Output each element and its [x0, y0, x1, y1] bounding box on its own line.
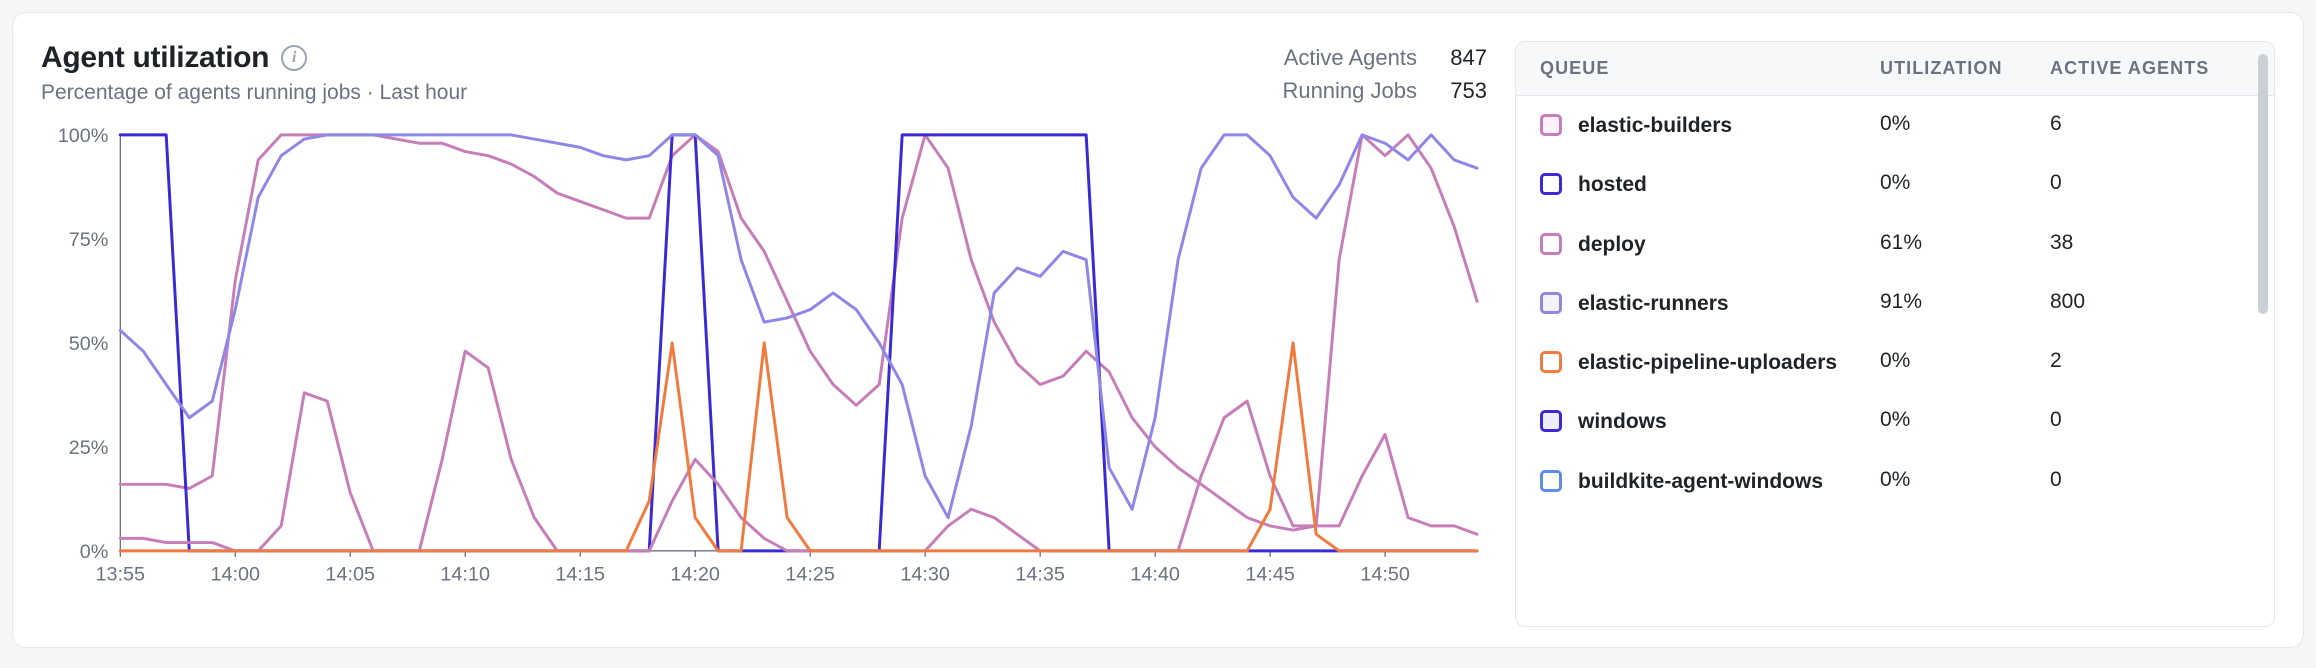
svg-text:14:25: 14:25	[785, 564, 835, 586]
queue-table: QUEUE UTILIZATION ACTIVE AGENTS elastic-…	[1515, 41, 2275, 627]
queue-utilization: 0%	[1880, 349, 2050, 373]
queue-swatch	[1540, 292, 1562, 314]
queue-name: hosted	[1578, 171, 1880, 198]
svg-text:0%: 0%	[80, 541, 109, 563]
svg-text:13:55: 13:55	[95, 564, 145, 586]
queue-utilization: 0%	[1880, 112, 2050, 136]
svg-text:14:30: 14:30	[900, 564, 950, 586]
series-deploy	[120, 351, 1477, 551]
table-row[interactable]: windows0%0	[1516, 392, 2274, 451]
active-agents-value: 847	[1431, 41, 1487, 74]
chart-title: Agent utilization	[41, 41, 269, 75]
svg-text:75%: 75%	[69, 229, 109, 251]
running-jobs-label: Running Jobs	[1282, 74, 1417, 107]
queue-name: deploy	[1578, 231, 1880, 258]
queue-name: buildkite-agent-windows	[1578, 468, 1880, 495]
col-utilization: UTILIZATION	[1880, 58, 2050, 79]
queue-utilization: 0%	[1880, 171, 2050, 195]
table-row[interactable]: deploy61%38	[1516, 215, 2274, 274]
svg-text:50%: 50%	[69, 333, 109, 355]
table-body: elastic-builders0%6hosted0%0deploy61%38e…	[1516, 96, 2274, 626]
titles: Agent utilization i Percentage of agents…	[41, 41, 467, 105]
queue-active-agents: 0	[2050, 408, 2250, 432]
svg-text:14:45: 14:45	[1245, 564, 1295, 586]
svg-text:14:00: 14:00	[210, 564, 260, 586]
queue-swatch	[1540, 233, 1562, 255]
table-header: QUEUE UTILIZATION ACTIVE AGENTS	[1516, 42, 2274, 96]
agent-utilization-card: Agent utilization i Percentage of agents…	[12, 12, 2304, 648]
queue-name: elastic-pipeline-uploaders	[1578, 349, 1880, 376]
series-elastic-builders	[120, 135, 1477, 530]
utilization-chart: 0% 25% 50% 75% 100% 13:55 14:00 14:05 14:10 14:15…	[41, 125, 1487, 600]
queue-swatch	[1540, 410, 1562, 432]
svg-text:14:40: 14:40	[1130, 564, 1180, 586]
svg-text:14:50: 14:50	[1360, 564, 1410, 586]
queue-name: elastic-runners	[1578, 290, 1880, 317]
table-row[interactable]: hosted0%0	[1516, 155, 2274, 214]
series-elastic-pipeline-uploaders	[120, 343, 1477, 551]
scrollbar[interactable]	[2258, 54, 2268, 314]
queue-swatch	[1540, 114, 1562, 136]
svg-text:14:20: 14:20	[670, 564, 720, 586]
queue-utilization: 0%	[1880, 468, 2050, 492]
queue-swatch	[1540, 173, 1562, 195]
running-jobs-value: 753	[1431, 74, 1487, 107]
queue-swatch	[1540, 351, 1562, 373]
col-active-agents: ACTIVE AGENTS	[2050, 58, 2250, 79]
queue-active-agents: 38	[2050, 231, 2250, 255]
svg-text:14:10: 14:10	[440, 564, 490, 586]
svg-text:14:15: 14:15	[555, 564, 605, 586]
chart-area: 0% 25% 50% 75% 100% 13:55 14:00 14:05 14:10 14:15…	[41, 125, 1487, 627]
info-icon[interactable]: i	[281, 45, 307, 71]
queue-active-agents: 0	[2050, 468, 2250, 492]
table-row[interactable]: elastic-pipeline-uploaders0%2	[1516, 333, 2274, 392]
svg-text:14:35: 14:35	[1015, 564, 1065, 586]
table-row[interactable]: buildkite-agent-windows0%0	[1516, 452, 2274, 511]
queue-swatch	[1540, 470, 1562, 492]
summary-stats: Active Agents 847 Running Jobs 753	[1282, 41, 1487, 107]
chart-header: Agent utilization i Percentage of agents…	[41, 41, 1487, 107]
chart-subtitle: Percentage of agents running jobs · Last…	[41, 81, 467, 105]
queue-active-agents: 0	[2050, 171, 2250, 195]
queue-utilization: 0%	[1880, 408, 2050, 432]
svg-text:25%: 25%	[69, 437, 109, 459]
queue-utilization: 61%	[1880, 231, 2050, 255]
col-queue: QUEUE	[1540, 58, 1880, 79]
queue-name: windows	[1578, 408, 1880, 435]
queue-active-agents: 800	[2050, 290, 2250, 314]
svg-text:100%: 100%	[58, 125, 109, 147]
queue-active-agents: 6	[2050, 112, 2250, 136]
table-row[interactable]: elastic-builders0%6	[1516, 96, 2274, 155]
queue-name: elastic-builders	[1578, 112, 1880, 139]
chart-panel: Agent utilization i Percentage of agents…	[41, 41, 1487, 627]
queue-active-agents: 2	[2050, 349, 2250, 373]
queue-utilization: 91%	[1880, 290, 2050, 314]
table-row[interactable]: elastic-runners91%800	[1516, 274, 2274, 333]
svg-text:14:05: 14:05	[325, 564, 375, 586]
active-agents-label: Active Agents	[1284, 41, 1417, 74]
